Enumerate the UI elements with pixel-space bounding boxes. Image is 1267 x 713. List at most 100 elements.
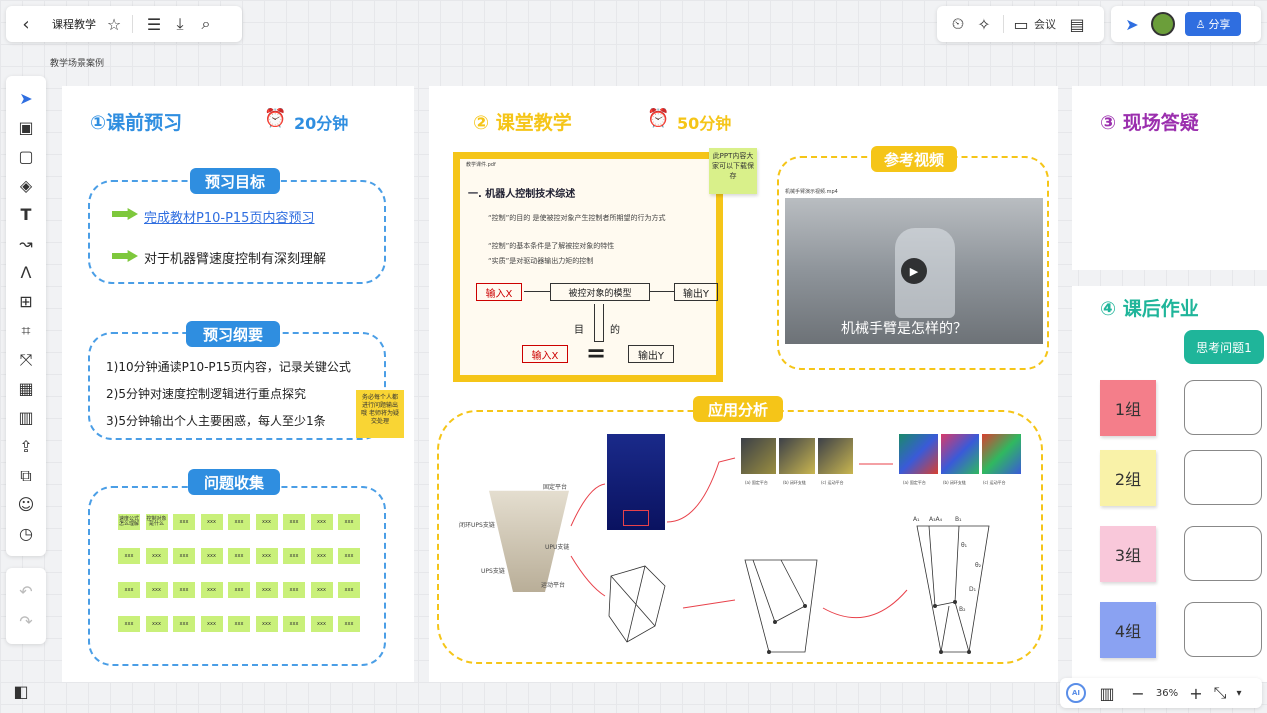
question-sticky-note[interactable]: xxx <box>145 548 168 564</box>
kanban-icon[interactable]: ▥ <box>18 403 33 432</box>
embed-icon[interactable]: ⧉ <box>20 461 31 490</box>
question-sticky-note[interactable]: xxx <box>338 514 360 530</box>
group-answer-box[interactable] <box>1184 380 1262 435</box>
question-sticky-note[interactable]: 控制对象是什么 <box>145 514 168 530</box>
crop-frame-icon[interactable]: ⌗ <box>21 316 30 345</box>
share-button[interactable]: ♙ 分享 <box>1185 12 1241 36</box>
flow-arrow <box>822 589 908 619</box>
video-camera-icon[interactable]: ▭ <box>1010 15 1032 34</box>
question-sticky-note[interactable]: xxx <box>283 548 305 564</box>
shape-icon[interactable]: ◈ <box>20 171 32 200</box>
question-sticky-note[interactable]: xxx <box>145 616 168 632</box>
question-sticky-note[interactable]: xxx <box>200 616 223 632</box>
question-sticky-note[interactable]: xxx <box>310 514 333 530</box>
outline-item: 1)10分钟通读P10-P15页内容，记录关键公式 <box>106 360 351 374</box>
magic-wand-icon[interactable]: ✧ <box>971 15 997 34</box>
question-sticky-note[interactable]: xxx <box>173 514 195 530</box>
frame-icon[interactable]: ▣ <box>18 113 33 142</box>
homework-question-button[interactable]: 思考问题1 <box>1184 330 1264 364</box>
panel-qa: ③ 现场答疑 <box>1072 86 1267 270</box>
ai-assistant-icon[interactable]: AI <box>1066 683 1086 703</box>
group-sticky-note[interactable]: 4组 <box>1100 602 1156 658</box>
undo-icon[interactable]: ↶ <box>19 576 32 606</box>
sticky-note-icon[interactable]: ▢ <box>18 142 33 171</box>
question-sticky-note[interactable]: xxx <box>228 548 250 564</box>
question-sticky-note[interactable]: xxx <box>200 582 223 598</box>
zoom-out-icon[interactable]: − <box>1126 684 1150 703</box>
comment-add-icon[interactable]: ⊞ <box>19 287 32 316</box>
upload-icon[interactable]: ⇪ <box>19 432 32 461</box>
undo-redo-rail: ↶ ↷ <box>6 568 46 644</box>
question-sticky-note[interactable]: xxx <box>338 582 360 598</box>
star-icon[interactable]: ☆ <box>104 12 124 36</box>
top-left-toolbar: ‹ 课程教学 ☆ ☰ ⤓ ⌕ <box>6 6 242 42</box>
zoom-level[interactable]: 36% <box>1150 688 1184 699</box>
back-icon[interactable]: ‹ <box>14 12 38 36</box>
question-sticky-note[interactable]: xxx <box>310 582 333 598</box>
question-sticky-note[interactable]: 速度公式怎么理解 <box>118 514 140 530</box>
pen-icon[interactable]: Λ <box>21 258 32 287</box>
avatar[interactable] <box>1151 12 1175 36</box>
group-answer-box[interactable] <box>1184 450 1262 505</box>
comment-icon[interactable]: ▤ <box>1064 15 1090 34</box>
outline-sticky-note[interactable]: 务必每个人都进行问题输出哦 老师将为疑交处理 <box>356 390 404 438</box>
table-icon[interactable]: ▦ <box>18 374 33 403</box>
question-sticky-note[interactable]: xxx <box>283 582 305 598</box>
question-sticky-note[interactable]: xxx <box>118 582 140 598</box>
kin-label: B₂ <box>959 606 966 613</box>
timer-tool-icon[interactable]: ◷ <box>19 519 33 548</box>
follow-cursor-icon[interactable]: ➤ <box>1119 15 1145 34</box>
connector-icon[interactable]: ↝ <box>19 229 32 258</box>
kin-label: θ₂ <box>975 562 982 569</box>
section-title-qa: ③ 现场答疑 <box>1100 112 1199 134</box>
group-answer-box[interactable] <box>1184 526 1262 581</box>
download-icon[interactable]: ⤓ <box>167 12 193 36</box>
redo-icon[interactable]: ↷ <box>19 606 32 636</box>
user-icon: ♙ <box>1195 17 1206 31</box>
preview-goal-item[interactable]: 完成教材P10-P15页内容预习 <box>144 207 314 226</box>
question-sticky-note[interactable]: xxx <box>228 582 250 598</box>
flow-arrow <box>682 599 736 609</box>
question-sticky-note[interactable]: xxx <box>310 548 333 564</box>
meeting-button[interactable]: 会议 <box>1034 16 1056 32</box>
question-sticky-note[interactable]: xxx <box>118 616 140 632</box>
mind-map-icon[interactable]: ⤧ <box>20 345 33 374</box>
map-icon[interactable]: ▥ <box>1094 684 1120 703</box>
question-sticky-note[interactable]: xxx <box>255 616 278 632</box>
question-sticky-note[interactable]: xxx <box>255 582 278 598</box>
fit-screen-icon[interactable]: ⤡ <box>1208 683 1232 703</box>
board-title[interactable]: 课程教学 <box>52 16 96 32</box>
question-sticky-note[interactable]: xxx <box>228 616 250 632</box>
text-icon[interactable]: T <box>21 200 32 229</box>
question-sticky-note[interactable]: xxx <box>145 582 168 598</box>
question-sticky-note[interactable]: xxx <box>173 582 195 598</box>
menu-icon[interactable]: ☰ <box>141 12 167 36</box>
flow-arrow <box>666 457 736 523</box>
question-sticky-note[interactable]: xxx <box>283 616 305 632</box>
question-sticky-note[interactable]: xxx <box>338 616 360 632</box>
question-sticky-note[interactable]: xxx <box>255 548 278 564</box>
group-answer-box[interactable] <box>1184 602 1262 657</box>
question-sticky-note[interactable]: xxx <box>310 616 333 632</box>
kinematic-diagram-2 <box>916 525 990 653</box>
select-cursor-icon[interactable]: ➤ <box>19 84 32 113</box>
question-sticky-note[interactable]: xxx <box>173 548 195 564</box>
question-sticky-note[interactable]: xxx <box>173 616 195 632</box>
outline-item: 3)5分钟输出个人主要困惑，每人至少1条 <box>106 414 326 428</box>
question-sticky-note[interactable]: xxx <box>118 548 140 564</box>
sidebar-toggle-icon[interactable]: ◧ <box>10 680 32 702</box>
zoom-in-icon[interactable]: + <box>1184 684 1208 703</box>
chevron-down-icon[interactable]: ▾ <box>1232 688 1246 699</box>
group-sticky-note[interactable]: 3组 <box>1100 526 1156 582</box>
search-icon[interactable]: ⌕ <box>193 12 219 36</box>
sticker-icon[interactable]: ☺ <box>18 490 35 519</box>
group-sticky-note[interactable]: 1组 <box>1100 380 1156 436</box>
question-sticky-note[interactable]: xxx <box>255 514 278 530</box>
question-sticky-note[interactable]: xxx <box>200 514 223 530</box>
group-sticky-note[interactable]: 2组 <box>1100 450 1156 506</box>
timer-icon[interactable]: ⏲ <box>945 14 971 34</box>
question-sticky-note[interactable]: xxx <box>338 548 360 564</box>
question-sticky-note[interactable]: xxx <box>283 514 305 530</box>
question-sticky-note[interactable]: xxx <box>228 514 250 530</box>
question-sticky-note[interactable]: xxx <box>200 548 223 564</box>
